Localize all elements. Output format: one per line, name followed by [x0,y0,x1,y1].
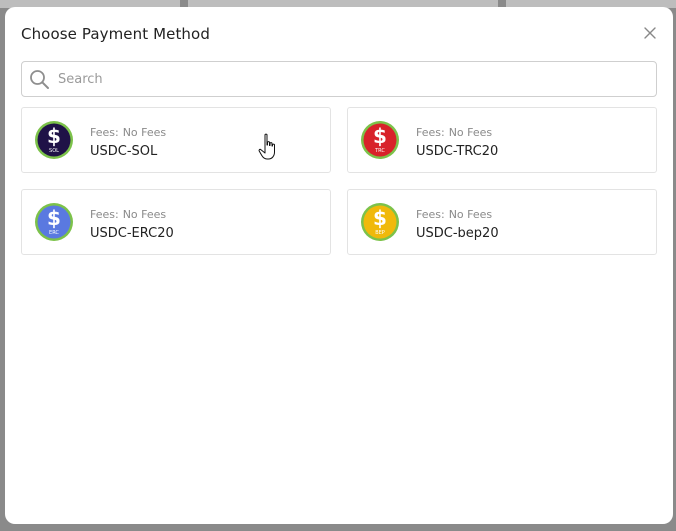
search-input[interactable] [56,62,648,96]
search-box[interactable] [21,61,657,97]
svg-text:ERC: ERC [49,230,59,236]
payment-method-name: USDC-SOL [90,144,158,159]
fees-text: Fees: No Fees [90,208,167,221]
svg-text:$: $ [373,124,387,148]
payment-option-usdc-trc20[interactable]: $ TRC Fees: No Fees USDC-TRC20 [347,107,657,173]
fees-text: Fees: No Fees [90,126,167,139]
svg-text:$: $ [373,206,387,230]
payment-method-name: USDC-ERC20 [90,226,174,241]
usdc-trc20-coin-icon: $ TRC [361,121,399,159]
payment-option-usdc-erc20[interactable]: $ ERC Fees: No Fees USDC-ERC20 [21,189,331,255]
payment-option-usdc-bep20[interactable]: $ BEP Fees: No Fees USDC-bep20 [347,189,657,255]
fees-text: Fees: No Fees [416,208,493,221]
close-button[interactable] [643,25,657,39]
payment-method-name: USDC-TRC20 [416,144,499,159]
usdc-bep20-coin-icon: $ BEP [361,203,399,241]
usdc-erc20-coin-icon: $ ERC [35,203,73,241]
close-icon [644,27,656,39]
usdc-sol-coin-icon: $ SOL [35,121,73,159]
modal-title: Choose Payment Method [21,25,210,43]
svg-text:$: $ [47,206,61,230]
payment-option-usdc-sol[interactable]: $ SOL Fees: No Fees USDC-SOL [21,107,331,173]
svg-text:BEP: BEP [375,230,385,236]
svg-text:TRC: TRC [374,148,385,154]
payment-method-modal: Choose Payment Method $ SOL Fees:No Fees… [5,7,673,524]
fees-text: Fees: No Fees [416,126,493,139]
search-icon [30,70,49,89]
payment-method-name: USDC-bep20 [416,226,499,241]
svg-text:SOL: SOL [49,148,59,154]
svg-text:$: $ [47,124,61,148]
